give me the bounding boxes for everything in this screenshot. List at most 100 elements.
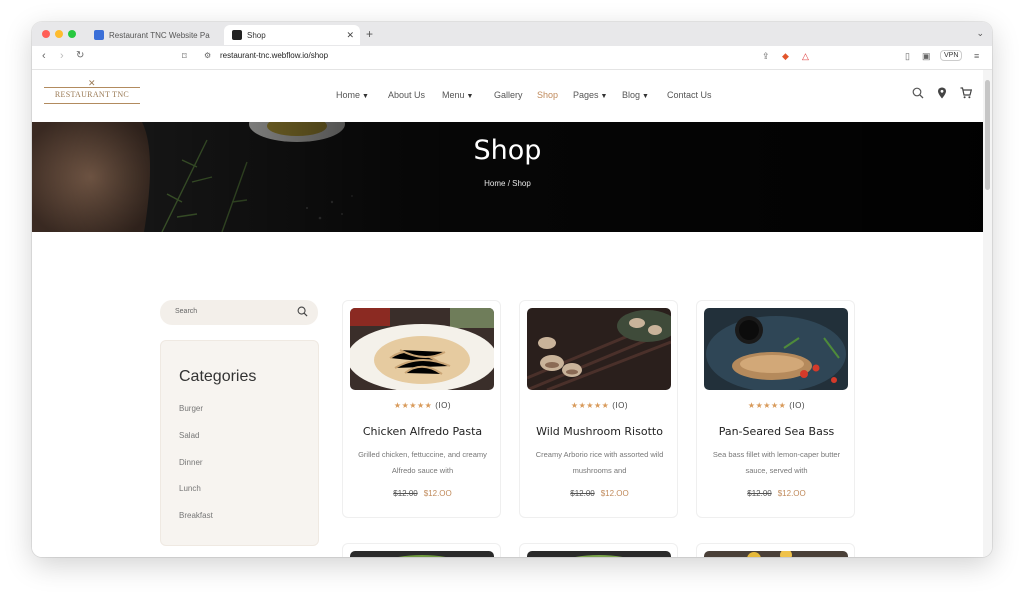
product-title[interactable]: Wild Mushroom Risotto (520, 425, 679, 438)
close-window-button[interactable] (42, 30, 50, 38)
product-image[interactable] (704, 551, 848, 557)
sidebar-icon[interactable]: ▯ (905, 51, 910, 62)
menu-icon[interactable]: ≡ (974, 51, 979, 61)
close-icon[interactable]: ✕ (346, 30, 354, 41)
category-item[interactable]: Salad (179, 431, 199, 440)
product-card[interactable] (519, 543, 678, 557)
categories-panel: Categories Burger Salad Dinner Lunch Bre… (160, 340, 319, 546)
category-item[interactable]: Lunch (179, 484, 201, 493)
stars-icon: ★★★★★ (747, 401, 787, 410)
forward-icon[interactable]: › (60, 50, 64, 62)
product-image[interactable] (350, 308, 494, 390)
product-image[interactable] (350, 551, 494, 557)
rating-count: (IO) (612, 401, 629, 410)
old-price: $12.00 (747, 489, 772, 498)
rating: ★★★★★ (IO) (520, 401, 679, 410)
category-item[interactable]: Dinner (179, 458, 203, 467)
logo-divider (44, 87, 140, 88)
vpn-button[interactable]: VPN (940, 50, 963, 61)
nav-label: Shop (537, 90, 559, 100)
sale-price: $12.OO (777, 489, 806, 498)
product-card[interactable] (342, 543, 501, 557)
address-bar[interactable]: restaurant-tnc.webflow.io/shop (220, 51, 328, 60)
share-icon[interactable]: ⇪ (762, 51, 770, 62)
back-icon[interactable]: ‹ (42, 50, 46, 62)
nav-home[interactable]: Home ▼ (336, 90, 369, 100)
product-description: Sea bass fillet with lemon-caper butter … (712, 450, 841, 475)
search-input[interactable]: Search (160, 300, 318, 325)
product-title[interactable]: Chicken Alfredo Pasta (343, 425, 502, 438)
product-price: $12.00 $12.OO (520, 489, 679, 498)
product-image[interactable] (704, 308, 848, 390)
product-card[interactable]: ★★★★★ (IO) Chicken Alfredo Pasta Grilled … (342, 300, 501, 518)
scrollbar-thumb[interactable] (985, 80, 990, 190)
logo-divider (44, 103, 140, 104)
search-placeholder: Search (175, 308, 198, 315)
nav-blog[interactable]: Blog ▼ (622, 90, 649, 100)
stars-icon: ★★★★★ (570, 401, 610, 410)
reload-icon[interactable]: ↻ (76, 50, 84, 61)
search-icon[interactable] (912, 87, 924, 102)
old-price: $12.00 (393, 489, 418, 498)
maximize-window-button[interactable] (68, 30, 76, 38)
breadcrumb: Home / Shop (484, 179, 531, 188)
product-title[interactable]: Pan-Seared Sea Bass (697, 425, 856, 438)
new-tab-icon[interactable]: + (366, 27, 373, 41)
nav-shop[interactable]: Shop (537, 90, 558, 100)
old-price: $12.00 (570, 489, 595, 498)
rewards-icon[interactable]: △ (802, 51, 809, 62)
logo-text: RESTAURANT TNC (54, 90, 130, 99)
page-content: ✕ RESTAURANT TNC Home ▼ About Us Menu ▼ Ga… (32, 70, 983, 557)
nav-menu[interactable]: Menu ▼ (442, 90, 473, 100)
page-title: Shop (473, 135, 542, 166)
product-image[interactable] (527, 308, 671, 390)
product-price: $12.00 $12.OO (697, 489, 856, 498)
sale-price: $12.OO (600, 489, 629, 498)
address-toolbar: ‹ › ↻ ⌑ ⚙ restaurant-tnc.webflow.io/shop… (32, 46, 992, 70)
chevron-down-icon: ▼ (362, 93, 369, 100)
product-card[interactable] (696, 543, 855, 557)
hero-banner: Shop Home / Shop (32, 122, 983, 232)
product-card[interactable]: ★★★★★ (IO) Wild Mushroom Risotto Creamy A… (519, 300, 678, 518)
nav-about[interactable]: About Us (388, 90, 425, 100)
webflow-favicon-icon (94, 30, 104, 40)
nav-label: Menu (442, 90, 465, 100)
minimize-window-button[interactable] (55, 30, 63, 38)
product-card[interactable]: ★★★★★ (IO) Pan-Seared Sea Bass Sea bass f… (696, 300, 855, 518)
tab-label: Shop (247, 30, 266, 40)
bookmark-icon[interactable]: ⌑ (182, 51, 187, 62)
rating-count: (IO) (435, 401, 452, 410)
nav-label: Gallery (494, 90, 523, 100)
site-settings-icon[interactable]: ⚙ (204, 51, 211, 60)
nav-label: Pages (573, 90, 599, 100)
tab-label: Restaurant TNC Website Page Tr (109, 30, 210, 40)
nav-pages[interactable]: Pages ▼ (573, 90, 607, 100)
page-scrollbar[interactable] (983, 70, 992, 557)
chevron-down-icon[interactable]: ⌄ (976, 28, 984, 39)
nav-label: About Us (388, 90, 426, 100)
nav-contact[interactable]: Contact Us (667, 90, 712, 100)
cart-icon[interactable] (960, 87, 973, 102)
wallet-icon[interactable]: ▣ (922, 51, 931, 62)
chevron-down-icon: ▼ (642, 93, 649, 100)
category-item[interactable]: Burger (179, 404, 203, 413)
categories-title: Categories (179, 368, 257, 385)
brave-shield-icon[interactable]: ◆ (782, 51, 789, 62)
chevron-down-icon: ▼ (600, 93, 608, 100)
rating-count: (IO) (789, 401, 806, 410)
product-description: Grilled chicken, fettuccine, and creamy … (358, 450, 487, 475)
site-header: ✕ RESTAURANT TNC Home ▼ About Us Menu ▼ Ga… (32, 70, 983, 122)
search-icon[interactable] (297, 306, 308, 320)
category-item[interactable]: Breakfast (179, 511, 213, 520)
tab-shop[interactable]: Shop ✕ (224, 25, 360, 45)
rating: ★★★★★ (IO) (343, 401, 502, 410)
sale-price: $12.OO (423, 489, 452, 498)
vpn-label: VPN (944, 52, 959, 59)
tab-restaurant[interactable]: Restaurant TNC Website Page Tr (86, 25, 218, 45)
site-logo[interactable]: ✕ RESTAURANT TNC (44, 78, 140, 108)
nav-label: Blog (622, 90, 641, 100)
rating: ★★★★★ (IO) (697, 401, 856, 410)
product-image[interactable] (527, 551, 671, 557)
location-pin-icon[interactable] (937, 87, 947, 102)
nav-gallery[interactable]: Gallery (494, 90, 523, 100)
